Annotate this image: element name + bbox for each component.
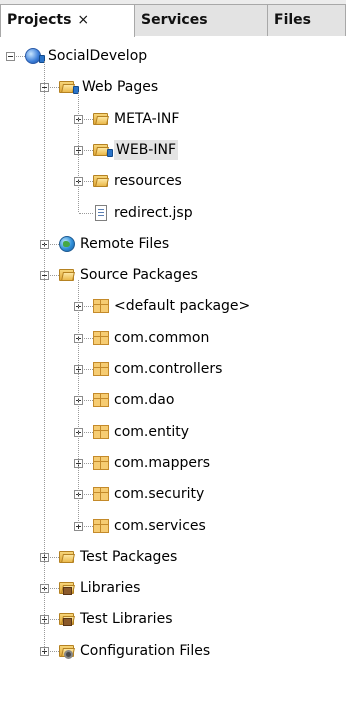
tree-item-label[interactable]: META-INF (112, 109, 181, 129)
tree-row[interactable]: Test Libraries (0, 607, 346, 631)
project-tree[interactable]: SocialDevelop Web Pages META-INF WEB-INF res… (0, 36, 346, 705)
tree-item-label[interactable]: <default package> (112, 296, 252, 316)
tree-item-label[interactable]: Source Packages (78, 265, 200, 285)
tree-row[interactable]: <default package> (0, 294, 346, 318)
package-icon (93, 518, 109, 534)
tree-item-label[interactable]: resources (112, 171, 184, 191)
tree-row[interactable]: Libraries (0, 576, 346, 600)
tree-row[interactable]: resources (0, 169, 346, 193)
tree-connector (44, 61, 45, 651)
tree-row[interactable]: com.services (0, 514, 346, 538)
tree-item-label[interactable]: Test Libraries (78, 609, 174, 629)
tree-connector (79, 212, 93, 214)
tree-row[interactable]: com.entity (0, 420, 346, 444)
tree-row[interactable]: Source Packages (0, 263, 346, 287)
tree-item-label[interactable]: com.entity (112, 422, 191, 442)
tree-row[interactable]: redirect.jsp (0, 201, 346, 225)
tree-item-label[interactable]: com.services (112, 516, 208, 536)
tree-item-label[interactable]: Test Packages (78, 547, 179, 567)
libraries-icon (59, 580, 75, 596)
tree-row[interactable]: WEB-INF (0, 138, 346, 162)
tab-projects[interactable]: Projects × (0, 4, 135, 37)
tab-files[interactable]: Files (267, 4, 346, 36)
tree-item-label[interactable]: com.security (112, 484, 206, 504)
tab-bar: Projects × Services Files (0, 0, 346, 37)
tree-item-label[interactable]: Libraries (78, 578, 142, 598)
tree-row[interactable]: Configuration Files (0, 639, 346, 663)
tree-row[interactable]: com.security (0, 482, 346, 506)
test-packages-icon (59, 549, 75, 565)
tab-projects-label: Projects (7, 12, 72, 28)
package-icon (93, 361, 109, 377)
tree-item-label[interactable]: WEB-INF (114, 139, 178, 160)
tree-row[interactable]: Web Pages (0, 75, 346, 99)
package-icon (93, 486, 109, 502)
folder-icon (93, 173, 109, 189)
tree-connector (78, 92, 79, 213)
tree-item-label[interactable]: SocialDevelop (46, 46, 149, 66)
tree-row[interactable]: SocialDevelop (0, 44, 346, 68)
tree-item-label[interactable]: redirect.jsp (112, 203, 195, 223)
tree-row[interactable]: com.dao (0, 388, 346, 412)
jsp-file-icon (93, 204, 109, 221)
tab-services-label: Services (141, 12, 208, 28)
configuration-files-icon (59, 643, 75, 659)
tree-connector (78, 280, 79, 526)
tree-item-label[interactable]: Remote Files (78, 234, 171, 254)
close-icon[interactable]: × (77, 12, 89, 28)
tree-item-label[interactable]: com.dao (112, 390, 176, 410)
tree-row[interactable]: com.controllers (0, 357, 346, 381)
tree-row[interactable]: com.common (0, 326, 346, 350)
package-icon (93, 298, 109, 314)
test-libraries-icon (59, 611, 75, 627)
tree-row[interactable]: META-INF (0, 107, 346, 131)
tab-files-label: Files (274, 12, 311, 28)
tree-item-label[interactable]: com.mappers (112, 453, 212, 473)
tab-services[interactable]: Services (134, 4, 268, 36)
folder-icon (93, 111, 109, 127)
package-icon (93, 455, 109, 471)
collapse-icon[interactable] (6, 52, 15, 61)
source-packages-icon (59, 267, 75, 283)
tree-item-label[interactable]: com.controllers (112, 359, 224, 379)
tree-row[interactable]: com.mappers (0, 451, 346, 475)
tree-item-label[interactable]: com.common (112, 328, 211, 348)
package-icon (93, 330, 109, 346)
remote-files-icon (59, 235, 75, 252)
tree-item-label[interactable]: Web Pages (80, 77, 160, 97)
tree-item-label[interactable]: Configuration Files (78, 641, 212, 661)
tree-row[interactable]: Test Packages (0, 545, 346, 569)
package-icon (93, 392, 109, 408)
package-icon (93, 424, 109, 440)
tree-row[interactable]: Remote Files (0, 232, 346, 256)
badge-icon (107, 148, 113, 157)
